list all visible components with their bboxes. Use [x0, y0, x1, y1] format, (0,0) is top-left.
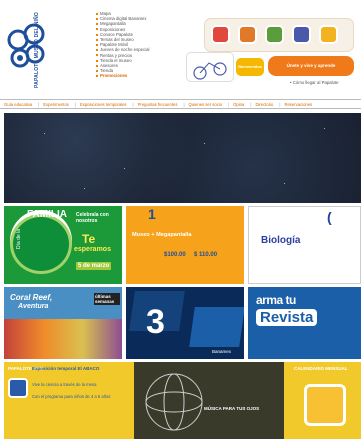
- vive-text-3: Con el programa para niños de 4 a 6 años: [32, 394, 111, 399]
- nav-separator: |: [250, 101, 252, 107]
- nav-bar: Guía educativa | Experimentos | Exposicion…: [0, 99, 361, 109]
- music-tagline: MÚSICA PARA TUS OJOS: [204, 406, 260, 411]
- icon-orange-tile[interactable]: [238, 25, 257, 44]
- star: [284, 183, 285, 184]
- familia-title: FAMILIA: [27, 209, 67, 220]
- biologia-title: Biología: [261, 235, 301, 246]
- bienvenidos-button[interactable]: Bienvenidos: [236, 58, 264, 76]
- hero-banner[interactable]: [4, 113, 361, 203]
- tres-number: 3: [146, 303, 165, 341]
- tile-coral-reef[interactable]: Coral Reef, Aventura últimas semanas: [4, 287, 122, 359]
- star: [84, 188, 85, 189]
- tile-museo-megapantalla[interactable]: 1 Museo + Megapantalla $100.00 $ 110.00: [126, 206, 244, 284]
- nav-opina[interactable]: Opina: [233, 102, 244, 107]
- nav-experimentos[interactable]: Experimentos: [43, 102, 69, 107]
- icon-green-tile[interactable]: [265, 25, 284, 44]
- menu-item-promociones[interactable]: Promociones: [96, 73, 186, 78]
- icon-yellow-tile[interactable]: [319, 25, 338, 44]
- coral-title: Coral Reef,: [10, 293, 53, 302]
- tres-panel: [189, 307, 244, 347]
- star: [324, 128, 325, 129]
- tile-arma-tu-revista[interactable]: arma tu Revista: [248, 287, 361, 359]
- nav-separator: |: [183, 101, 185, 107]
- nav-socio[interactable]: Quienes ser socio: [189, 102, 223, 107]
- nav-exposiciones-temporales[interactable]: Exposiciones temporales: [80, 102, 127, 107]
- icon-blue-tile[interactable]: [292, 25, 311, 44]
- cyclist-graphic[interactable]: [186, 52, 234, 82]
- tile-dia-familia[interactable]: FAMILIA Día de la Celebrala con nosotros…: [4, 206, 122, 284]
- star: [204, 143, 205, 144]
- site-menu: Mapa Cinema digital Banamex Megapantalla…: [96, 11, 186, 95]
- tres-sponsor: Banamex: [212, 349, 232, 354]
- familia-te: Te: [82, 232, 96, 246]
- nav-separator: |: [279, 101, 281, 107]
- museo-price-2: $ 110.00: [194, 252, 218, 258]
- calendario-heading: CALENDARIO MENSUAL: [294, 366, 348, 371]
- nav-directorio[interactable]: Directorio: [255, 102, 273, 107]
- museo-price-1: $100.00: [164, 252, 186, 258]
- nav-preguntas[interactable]: Preguntas frecuentes: [138, 102, 178, 107]
- nav-separator: |: [132, 101, 134, 107]
- revista-line2: Revista: [256, 309, 318, 326]
- music-tile[interactable]: MÚSICA PARA TUS OJOS: [134, 362, 284, 439]
- icon-bar: [204, 18, 354, 52]
- coral-image: [4, 319, 122, 359]
- logo-wordmark: PAPALOTE MUSEO DEL NIÑO: [34, 12, 40, 88]
- star: [44, 133, 45, 134]
- familia-esperamos: esperamos: [74, 246, 111, 253]
- familia-date: 5 de marzo: [76, 262, 112, 270]
- museo-number: 1: [148, 206, 156, 222]
- museo-title: Museo + Megapantalla: [132, 232, 192, 238]
- como-llegar-link[interactable]: • Cómo llegar al Papalote: [290, 80, 354, 88]
- tile-biologia[interactable]: ( Biología: [248, 206, 361, 284]
- tile-tres[interactable]: 3 Banamex: [126, 287, 244, 359]
- icon-red-tile[interactable]: [211, 25, 230, 44]
- nav-separator: |: [228, 101, 230, 107]
- promo-orange-button[interactable]: Únete y vive y aprende: [268, 56, 354, 76]
- star: [124, 168, 125, 169]
- familia-prefix: Día de la: [16, 228, 23, 250]
- vive-text-2: Vive la ciencia a través de la mesa: [32, 382, 97, 387]
- nav-guia[interactable]: Guía educativa: [4, 102, 32, 107]
- nav-reservaciones[interactable]: Reservaciones: [284, 102, 312, 107]
- coral-badge: últimas semanas: [94, 293, 120, 305]
- bottom-strip: PAPALOTE VIVE Exposición temporal El ABA…: [4, 362, 361, 439]
- coral-subtitle: Aventura: [18, 303, 49, 310]
- vive-text-1: Exposición temporal El ABACO: [32, 366, 100, 371]
- nav-separator: |: [74, 101, 76, 107]
- calendar-icon[interactable]: [304, 384, 346, 426]
- biologia-swoosh-icon: (: [327, 209, 332, 225]
- revista-line1: arma tu: [256, 293, 296, 307]
- nav-separator: |: [38, 101, 40, 107]
- familia-celebrate: Celebrala con nosotros: [76, 212, 109, 224]
- abaco-icon[interactable]: [8, 378, 28, 398]
